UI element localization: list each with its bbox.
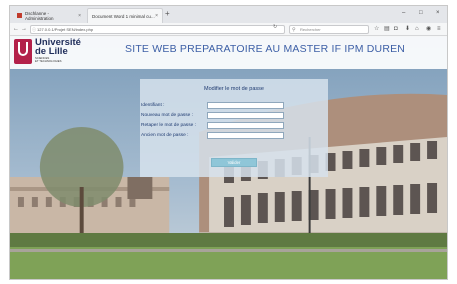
university-logo-icon (14, 39, 32, 64)
extension-icon[interactable]: ◉ (426, 25, 431, 33)
url-bar[interactable]: ⓘ 127.0.0.1/Projet SEN/index.php (30, 25, 285, 34)
tab-label: Document Word 1 minimal cu... (92, 13, 155, 19)
site-header: Université de Lille SCIENCES ET TECHNOLO… (10, 37, 447, 69)
forward-icon[interactable]: → (21, 25, 27, 33)
search-icon: ⚲ (292, 27, 296, 33)
form-row-retaper: Retaper le mot de passe : (141, 122, 284, 129)
url-text: 127.0.0.1/Projet SEN/index.php (37, 27, 94, 32)
tab-label: Dschlanne - Administration (24, 10, 54, 21)
identifiant-label: Identifiant : (141, 103, 165, 108)
search-bar[interactable]: ⚲ Rechercher (289, 25, 369, 34)
close-tab-icon[interactable]: × (78, 13, 81, 19)
logo-sub-2: ET TECHNOLOGIES (35, 59, 62, 64)
admin-favicon-icon (17, 13, 22, 18)
menu-icon[interactable]: ≡ (437, 25, 441, 33)
logo-subtitle: SCIENCES ET TECHNOLOGIES (35, 56, 62, 64)
identifiant-input[interactable] (207, 102, 284, 109)
browser-window: Dschlanne - Administration × Document Wo… (9, 5, 448, 280)
new-tab-button[interactable]: + (165, 10, 170, 18)
form-row-nouveau: Nouveau mot de passe : (141, 112, 284, 119)
home-icon[interactable]: ⌂ (415, 25, 419, 33)
page-content: Université de Lille SCIENCES ET TECHNOLO… (10, 37, 447, 279)
form-row-ancien: Ancien mot de passe : (141, 132, 284, 139)
back-icon[interactable]: ← (13, 25, 19, 33)
download-icon[interactable]: ⬇ (405, 25, 410, 33)
new-password-label: Nouveau mot de passe : (141, 113, 193, 118)
reading-list-icon[interactable]: ▤ (384, 25, 390, 33)
maximize-button[interactable]: □ (419, 10, 423, 16)
page-title: SITE WEB PREPARATOIRE AU MASTER IF IPM D… (125, 43, 406, 55)
tab-document[interactable]: Document Word 1 minimal cu... × (87, 8, 163, 23)
star-icon[interactable]: ☆ (374, 25, 379, 33)
navigation-bar: ← → ⓘ 127.0.0.1/Projet SEN/index.php ↻ ⚲… (10, 23, 447, 36)
close-window-button[interactable]: × (436, 10, 440, 16)
old-password-input[interactable] (207, 132, 284, 139)
logo-line-2: de Lille (35, 46, 68, 57)
form-title: Modifier le mot de passe (204, 86, 264, 92)
confirm-password-input[interactable] (207, 122, 284, 129)
search-placeholder: Rechercher (300, 27, 321, 32)
university-logo-text: Université de Lille (35, 38, 81, 57)
form-row-identifiant: Identifiant : (141, 102, 284, 109)
close-tab-icon[interactable]: × (155, 13, 158, 19)
reload-icon[interactable]: ↻ (273, 23, 277, 31)
tab-bar: Dschlanne - Administration × Document Wo… (10, 6, 447, 23)
confirm-password-label: Retaper le mot de passe : (141, 123, 196, 128)
change-password-form: Modifier le mot de passe Identifiant : N… (140, 79, 328, 177)
tab-administration[interactable]: Dschlanne - Administration × (13, 8, 85, 23)
new-password-input[interactable] (207, 112, 284, 119)
submit-button[interactable]: Valider (211, 158, 257, 167)
minimize-button[interactable]: – (402, 10, 405, 16)
old-password-label: Ancien mot de passe : (141, 133, 189, 138)
site-info-icon[interactable]: ⓘ (32, 26, 36, 34)
pocket-icon[interactable]: ◘ (394, 25, 398, 33)
